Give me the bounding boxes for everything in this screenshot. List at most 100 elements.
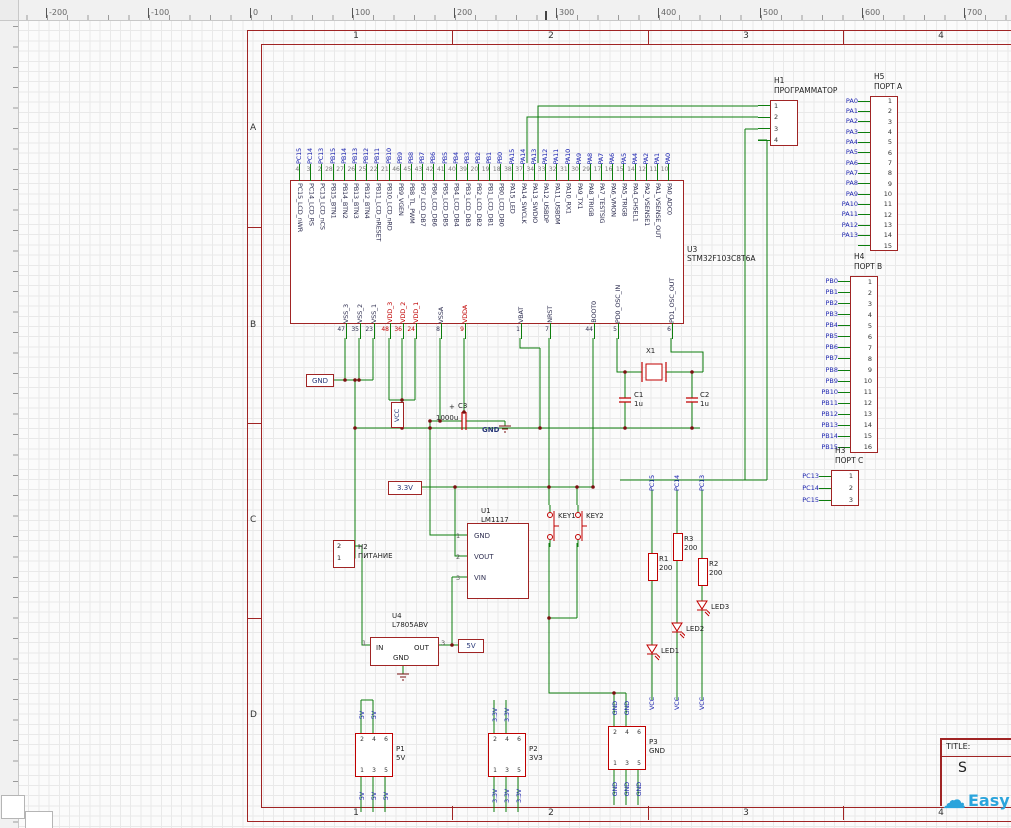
mcu-bottom-pin[interactable]: VDD_3 48	[381, 181, 396, 339]
net-label[interactable]: PC13	[695, 463, 709, 491]
mcu-bottom-pin[interactable]: VSS_2 35	[351, 181, 366, 339]
led[interactable]: LED3	[694, 597, 734, 621]
header-pin-row[interactable]: PB11 12	[808, 398, 876, 409]
net-label[interactable]: PB3	[462, 109, 473, 164]
net-label[interactable]: PA13	[529, 109, 540, 164]
mcu-bottom-pin[interactable]: VSS_3 47	[337, 181, 352, 339]
net-label[interactable]: PA2	[641, 109, 652, 165]
c3-ref[interactable]: C3	[458, 402, 467, 410]
header-pin-row[interactable]: PC15 3	[789, 494, 857, 506]
header-pin-row[interactable]: 3	[728, 123, 796, 135]
led[interactable]: LED2	[669, 619, 709, 643]
vcc-label[interactable]: VCC	[645, 697, 659, 723]
u1-pin-row[interactable]: 2 VOUT	[456, 549, 528, 565]
net-label[interactable]: PA9	[574, 109, 585, 165]
mcu-top-pin[interactable]: PB1 19 PB1_LCD_DB1	[482, 109, 495, 321]
header-h2-power[interactable]: H2 ПИТАНИЕ 2 1	[333, 540, 393, 568]
header-pin-row[interactable]: PB2 3	[808, 298, 876, 309]
v5-flag[interactable]: 5V	[458, 639, 484, 653]
mini-panel[interactable]	[1, 795, 25, 819]
c2-ref[interactable]: C2	[700, 391, 709, 399]
c1-value[interactable]: 1u	[634, 400, 643, 408]
vcc-label[interactable]: VCC	[670, 697, 684, 723]
mcu-top-pin[interactable]: PC14 3 PC14_LCD_RS	[305, 109, 316, 321]
header-pin-row[interactable]: PA8 9	[828, 179, 896, 189]
net-label[interactable]: PA11	[551, 109, 562, 164]
header-pin-row[interactable]: PA9 10	[828, 189, 896, 199]
net-label[interactable]: PB5	[439, 109, 450, 164]
net-label[interactable]: PB2	[473, 109, 484, 164]
net-label[interactable]: PA1	[652, 109, 663, 165]
mcu-bottom-pin[interactable]: VDD_1 24	[407, 181, 422, 339]
header-pin-row[interactable]: PB4 5	[808, 320, 876, 331]
mcu-bottom-pin[interactable]: PD0_OSC_IN 5	[612, 181, 624, 339]
net-label[interactable]: PA4	[630, 109, 641, 165]
gnd-net-text[interactable]: GND	[482, 426, 499, 434]
header-h5-port-a[interactable]: H5 ПОРТ А PA0 1 PA1 2 PA2 3 PA3 4 PA4 5 …	[828, 72, 902, 251]
mcu-top-pin[interactable]: PC15 4 PC15_LCD_nWR	[294, 109, 305, 321]
header-pin-row[interactable]: 2	[728, 112, 796, 124]
title-block-title[interactable]: S	[958, 760, 967, 776]
mcu-top-pin[interactable]: PA9 30 PA9_TX1	[571, 109, 585, 321]
net-label[interactable]: PC15	[294, 109, 305, 164]
led[interactable]: LED1	[644, 641, 684, 665]
power-plug[interactable]: 246 135 P3 GND GND GND GND GND GND	[608, 701, 665, 796]
header-pin-row[interactable]: PA13 14	[828, 230, 896, 240]
crystal-ref[interactable]: X1	[646, 347, 655, 355]
header-pin-row[interactable]: 1	[728, 100, 796, 112]
mcu-top-pin[interactable]: PA1 11 PA1_VSENSE_OUT	[650, 109, 663, 321]
mcu-top-pin[interactable]: PB0 18 PB0_LCD_DB0	[493, 109, 506, 321]
vcc-label[interactable]: VCC	[695, 697, 709, 723]
header-pin-row[interactable]: PB10 11	[808, 387, 876, 398]
header-pin-row[interactable]: PA3 4	[828, 127, 896, 137]
net-label[interactable]: PA12	[540, 109, 551, 164]
ruler-vertical[interactable]	[0, 20, 19, 828]
mcu-top-pin[interactable]: PA4 14 PA4_CHSEL1	[627, 109, 641, 321]
push-button[interactable]: KEY1	[543, 503, 576, 549]
power-plug[interactable]: 246 135 P1 5V 5V 5V 5V 5V 5V	[355, 711, 405, 800]
mini-panel[interactable]	[25, 811, 53, 828]
header-pin-row[interactable]: PA11 12	[828, 210, 896, 220]
header-pin-row[interactable]: PB0 1	[808, 276, 876, 287]
net-label[interactable]: PB0	[495, 109, 506, 164]
net-label[interactable]: PA7	[596, 109, 607, 165]
regulator-u1[interactable]: U1 LM1117 1 GND 2 VOUT 3 VIN	[456, 507, 529, 599]
net-label[interactable]: PB13	[350, 109, 361, 164]
net-label[interactable]: PA8	[585, 109, 596, 165]
net-label[interactable]: PB8	[406, 109, 417, 164]
push-button[interactable]: KEY2	[571, 503, 604, 549]
net-label[interactable]: PB4	[451, 109, 462, 164]
v33-flag[interactable]: 3.3V	[388, 481, 422, 495]
header-pin-row[interactable]: PA6 7	[828, 158, 896, 168]
header-pin-row[interactable]: PC14 2	[789, 482, 857, 494]
mcu-bottom-pin[interactable]: VDDA 9	[459, 181, 471, 339]
mcu-top-pin[interactable]: PC13 2 PC13_LCD_nCS	[316, 109, 327, 321]
header-pin-row[interactable]: PA10 11	[828, 199, 896, 209]
ruler-horizontal[interactable]: -200 -100 0 100 200 300 400 500 600 700	[0, 0, 1011, 21]
header-pin-row[interactable]: PB6 7	[808, 342, 876, 353]
header-h1-programmer[interactable]: H1 ПРОГРАММАТОР 1 2 3 4	[728, 76, 837, 147]
mcu-bottom-pin[interactable]: VSSA 8	[435, 181, 447, 339]
net-label[interactable]: PA15	[507, 109, 518, 164]
mcu-bottom-pin[interactable]: BOOT0 44	[585, 181, 600, 339]
mcu-top-pin[interactable]: PB2 20 PB2_LCD_DB2	[471, 109, 484, 321]
c1-ref[interactable]: C1	[634, 391, 643, 399]
vcc-flag[interactable]: VCC	[391, 402, 404, 428]
mcu-top-pin[interactable]: PA2 12 PA2_VSENSE1	[638, 109, 652, 321]
c2-value[interactable]: 1u	[700, 400, 709, 408]
net-label[interactable]: PB6	[428, 109, 439, 164]
header-pin-row[interactable]: PA2 3	[828, 117, 896, 127]
header-pin-row[interactable]: PA0 1	[828, 96, 896, 106]
header-pin-row[interactable]: PB13 14	[808, 420, 876, 431]
header-pin-row[interactable]: PB7 8	[808, 353, 876, 364]
header-pin-row[interactable]: PB12 13	[808, 409, 876, 420]
header-pin-row[interactable]: PB14 15	[808, 431, 876, 442]
header-pin-row[interactable]: PA1 2	[828, 106, 896, 116]
mcu-top-pin[interactable]: PA13 34 PA13_SWDIO	[526, 109, 540, 321]
header-pin-row[interactable]: PB1 2	[808, 287, 876, 298]
mcu-top-pin[interactable]: PB15 28 PB15_BTN1	[325, 109, 339, 321]
power-plug[interactable]: 246 135 P2 3V3 3.3V 3.3V 3.3V 3.3V 3.3V	[488, 708, 543, 803]
header-pin-row[interactable]: 15	[828, 241, 896, 251]
net-label[interactable]: PC14	[670, 463, 684, 491]
header-pin-row[interactable]: 4	[728, 135, 796, 147]
